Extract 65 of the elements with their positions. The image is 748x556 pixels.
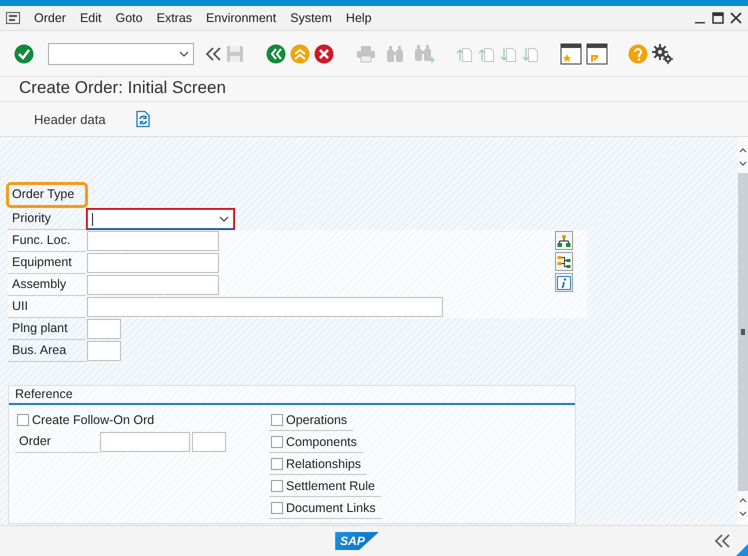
command-field[interactable] bbox=[48, 42, 194, 64]
group-title: Reference bbox=[9, 386, 575, 405]
binoculars-plus-icon[interactable] bbox=[414, 44, 436, 64]
hierarchy-button[interactable] bbox=[555, 231, 573, 250]
screen-title: Create Order: Initial Screen bbox=[19, 77, 226, 99]
menu-item[interactable]: Help bbox=[346, 11, 372, 25]
dropdown-field[interactable] bbox=[87, 209, 234, 229]
scroll-down-icon[interactable] bbox=[739, 161, 747, 167]
menu-item[interactable]: Edit bbox=[80, 11, 102, 25]
logo: SAP bbox=[335, 532, 379, 550]
input-field[interactable] bbox=[87, 231, 219, 251]
caret-icon bbox=[179, 50, 189, 56]
grip-icon bbox=[741, 329, 745, 335]
double-chevron-icon[interactable] bbox=[204, 46, 222, 62]
checkbox-label: Settlement Rule bbox=[286, 478, 375, 492]
input-field[interactable] bbox=[192, 432, 226, 452]
checkbox-label: Document Links bbox=[286, 500, 376, 514]
input-field[interactable] bbox=[87, 319, 121, 339]
ok-icon[interactable] bbox=[14, 44, 34, 64]
input-field[interactable] bbox=[100, 432, 190, 452]
scroll-up-icon[interactable] bbox=[739, 497, 747, 503]
maximize-icon[interactable] bbox=[712, 12, 724, 24]
back-icon[interactable] bbox=[266, 44, 286, 64]
caret-icon bbox=[219, 216, 229, 222]
checkbox[interactable] bbox=[271, 458, 283, 470]
settings-icon[interactable] bbox=[652, 42, 674, 64]
input-field[interactable] bbox=[87, 275, 219, 295]
checkbox[interactable] bbox=[271, 502, 283, 514]
checkbox[interactable] bbox=[271, 480, 283, 492]
scroll-down-icon[interactable] bbox=[739, 511, 747, 517]
menu-item[interactable]: Extras bbox=[156, 11, 192, 25]
close-icon[interactable] bbox=[730, 12, 742, 24]
checkbox-label: Operations bbox=[286, 412, 348, 426]
checkbox-label: Relationships bbox=[286, 456, 362, 470]
field-label: UII bbox=[8, 296, 86, 318]
field-label: Order Type bbox=[8, 184, 86, 206]
input-field[interactable] bbox=[87, 341, 121, 361]
menu-item[interactable]: Environment bbox=[206, 11, 276, 25]
field-label: Assembly bbox=[8, 274, 86, 296]
field-label: Order bbox=[15, 431, 99, 453]
field-label: Equipment bbox=[8, 252, 86, 274]
checkbox[interactable] bbox=[271, 414, 283, 426]
resize-handle-icon[interactable] bbox=[736, 544, 748, 556]
field-label: Bus. Area bbox=[8, 340, 86, 362]
header-data-button[interactable]: Header data bbox=[34, 112, 106, 126]
scroll-up-icon[interactable] bbox=[739, 147, 747, 153]
menu-item[interactable]: Goto bbox=[116, 11, 143, 25]
checkbox-label: Components bbox=[286, 434, 357, 448]
field-label: Plng plant bbox=[8, 318, 86, 340]
checkbox[interactable] bbox=[271, 436, 283, 448]
double-chevron-icon[interactable] bbox=[714, 534, 730, 548]
checkbox-label: Create Follow-On Ord bbox=[32, 413, 154, 427]
menu-icon[interactable] bbox=[6, 12, 20, 24]
field-label: Func. Loc. bbox=[8, 230, 86, 252]
structure-button[interactable] bbox=[555, 252, 573, 271]
scrollbar-thumb[interactable] bbox=[738, 173, 748, 491]
menu-item[interactable]: System bbox=[290, 11, 332, 25]
input-field[interactable] bbox=[87, 297, 443, 317]
binoculars-icon[interactable] bbox=[386, 44, 404, 62]
info-button[interactable] bbox=[555, 273, 573, 292]
input-field[interactable] bbox=[87, 253, 219, 273]
checkbox[interactable] bbox=[17, 414, 29, 426]
print-icon[interactable] bbox=[356, 44, 376, 62]
cancel-icon[interactable] bbox=[314, 44, 334, 64]
menu-item[interactable]: Order bbox=[34, 11, 66, 25]
